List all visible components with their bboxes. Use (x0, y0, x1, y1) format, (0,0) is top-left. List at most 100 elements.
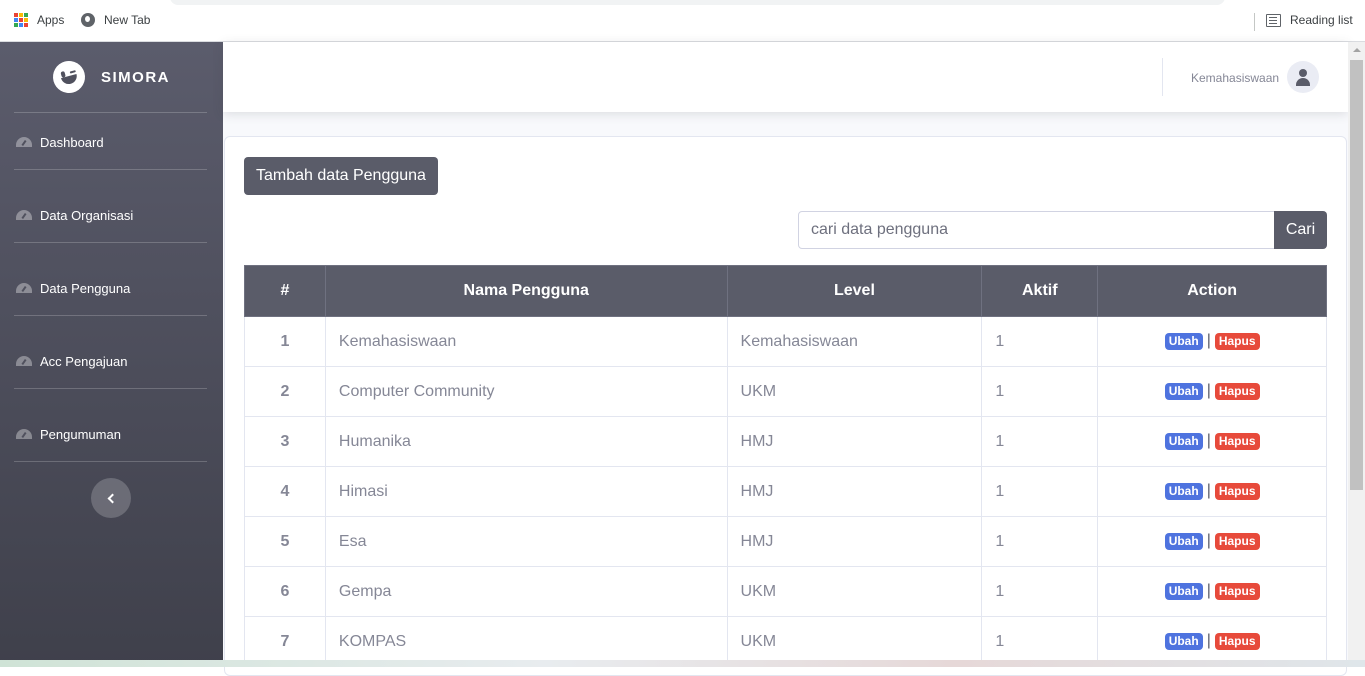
chevron-left-icon (107, 493, 118, 503)
sidebar-divider (14, 388, 207, 389)
delete-button[interactable]: Hapus (1214, 432, 1260, 450)
cell-level: HMJ (726, 416, 983, 467)
cell-nama: Gempa (324, 566, 728, 617)
page-scrollbar[interactable] (1348, 42, 1365, 667)
action-separator: | (1206, 532, 1211, 550)
sidebar-item-dashboard[interactable]: Dashboard (14, 106, 207, 178)
scroll-up-arrow-icon[interactable] (1353, 48, 1361, 52)
reading-list-icon (1266, 13, 1281, 27)
edit-button[interactable]: Ubah (1164, 582, 1203, 600)
cell-aktif: 1 (981, 416, 1099, 467)
sidebar-item-pengumuman[interactable]: Pengumuman (14, 398, 207, 470)
sidebar-brand[interactable]: SIMORA (0, 42, 223, 112)
delete-button[interactable]: Hapus (1214, 332, 1260, 350)
action-separator: | (1206, 482, 1211, 500)
cell-action: Ubah | Hapus (1097, 616, 1327, 667)
delete-button[interactable]: Hapus (1214, 382, 1260, 400)
table-row: 1 Kemahasiswaan Kemahasiswaan 1 Ubah | Hapus (244, 316, 1327, 367)
sidebar-divider (14, 461, 207, 462)
dashboard-icon (16, 283, 32, 293)
user-name[interactable]: Kemahasiswaan (1191, 71, 1279, 85)
sidebar-item-label: Data Pengguna (40, 280, 131, 296)
globe-icon (81, 13, 95, 27)
brand-text: SIMORA (101, 68, 170, 86)
edit-button[interactable]: Ubah (1164, 532, 1203, 550)
cell-action: Ubah | Hapus (1097, 566, 1327, 617)
column-header-level: Level (726, 265, 983, 317)
scrollbar-thumb[interactable] (1350, 60, 1363, 490)
delete-button[interactable]: Hapus (1214, 482, 1260, 500)
cell-number: 7 (244, 616, 326, 667)
sidebar-item-label: Data Organisasi (40, 207, 134, 223)
edit-button[interactable]: Ubah (1164, 632, 1203, 650)
dashboard-icon (16, 210, 32, 220)
cell-aktif: 1 (981, 616, 1099, 667)
cell-action: Ubah | Hapus (1097, 366, 1327, 417)
delete-button[interactable]: Hapus (1214, 582, 1260, 600)
sidebar-divider (14, 242, 207, 243)
cell-level: HMJ (726, 466, 983, 517)
cell-nama: Himasi (324, 466, 728, 517)
action-separator: | (1206, 432, 1211, 450)
cell-action: Ubah | Hapus (1097, 516, 1327, 567)
cell-nama: Kemahasiswaan (324, 316, 728, 367)
cell-aktif: 1 (981, 516, 1099, 567)
table-row: 5 Esa HMJ 1 Ubah | Hapus (244, 516, 1327, 567)
table-row: 4 Himasi HMJ 1 Ubah | Hapus (244, 466, 1327, 517)
sidebar-item-data-organisasi[interactable]: Data Organisasi (14, 179, 207, 251)
edit-button[interactable]: Ubah (1164, 332, 1203, 350)
cell-level: UKM (726, 366, 983, 417)
users-table: # Nama Pengguna Level Aktif Action 1 Kema… (244, 265, 1327, 667)
search-input[interactable] (798, 211, 1275, 249)
action-separator: | (1206, 382, 1211, 400)
bookmark-apps[interactable]: Apps (14, 13, 64, 27)
cell-nama: Computer Community (324, 366, 728, 417)
cell-action: Ubah | Hapus (1097, 416, 1327, 467)
bookmark-new-tab[interactable]: New Tab (81, 13, 150, 27)
cell-nama: Esa (324, 516, 728, 567)
edit-button[interactable]: Ubah (1164, 482, 1203, 500)
cell-number: 1 (244, 316, 326, 367)
edit-button[interactable]: Ubah (1164, 382, 1203, 400)
cell-level: Kemahasiswaan (726, 316, 983, 367)
search-button[interactable]: Cari (1274, 211, 1327, 249)
sidebar-divider (14, 315, 207, 316)
cell-action: Ubah | Hapus (1097, 466, 1327, 517)
dashboard-icon (16, 429, 32, 439)
delete-button[interactable]: Hapus (1214, 632, 1260, 650)
add-user-button[interactable]: Tambah data Pengguna (244, 157, 438, 195)
cell-aktif: 1 (981, 566, 1099, 617)
address-bar-edge (170, 0, 1225, 5)
cell-aktif: 1 (981, 466, 1099, 517)
table-row: 7 KOMPAS UKM 1 Ubah | Hapus (244, 616, 1327, 667)
dashboard-icon (16, 356, 32, 366)
cell-aktif: 1 (981, 366, 1099, 417)
cell-aktif: 1 (981, 316, 1099, 367)
edit-button[interactable]: Ubah (1164, 432, 1203, 450)
cell-number: 4 (244, 466, 326, 517)
sidebar-item-data-pengguna[interactable]: Data Pengguna (14, 252, 207, 324)
reading-list-label: Reading list (1290, 13, 1353, 27)
sidebar: SIMORA Dashboard Data Organisasi Data Pe… (0, 42, 223, 667)
bookmarks-bar: Apps New Tab Reading list (0, 0, 1365, 42)
sidebar-divider (14, 169, 207, 170)
column-header-action: Action (1097, 265, 1327, 317)
bookmark-new-tab-label: New Tab (104, 13, 151, 27)
sidebar-toggle-button[interactable] (91, 478, 131, 518)
sidebar-item-label: Dashboard (40, 134, 104, 150)
user-avatar-icon[interactable] (1287, 61, 1319, 93)
cell-nama: Humanika (324, 416, 728, 467)
table-row: 6 Gempa UKM 1 Ubah | Hapus (244, 566, 1327, 617)
sidebar-item-label: Pengumuman (40, 426, 121, 442)
column-header-number: # (244, 265, 326, 317)
cell-number: 2 (244, 366, 326, 417)
topbar-divider (1162, 58, 1163, 96)
action-separator: | (1206, 632, 1211, 650)
action-separator: | (1206, 332, 1211, 350)
taskbar-edge (0, 660, 1365, 667)
laugh-wink-icon (49, 57, 89, 97)
delete-button[interactable]: Hapus (1214, 532, 1260, 550)
reading-list-button[interactable]: Reading list (1266, 13, 1353, 27)
sidebar-item-label: Acc Pengajuan (40, 353, 128, 369)
sidebar-item-acc-pengajuan[interactable]: Acc Pengajuan (14, 325, 207, 397)
